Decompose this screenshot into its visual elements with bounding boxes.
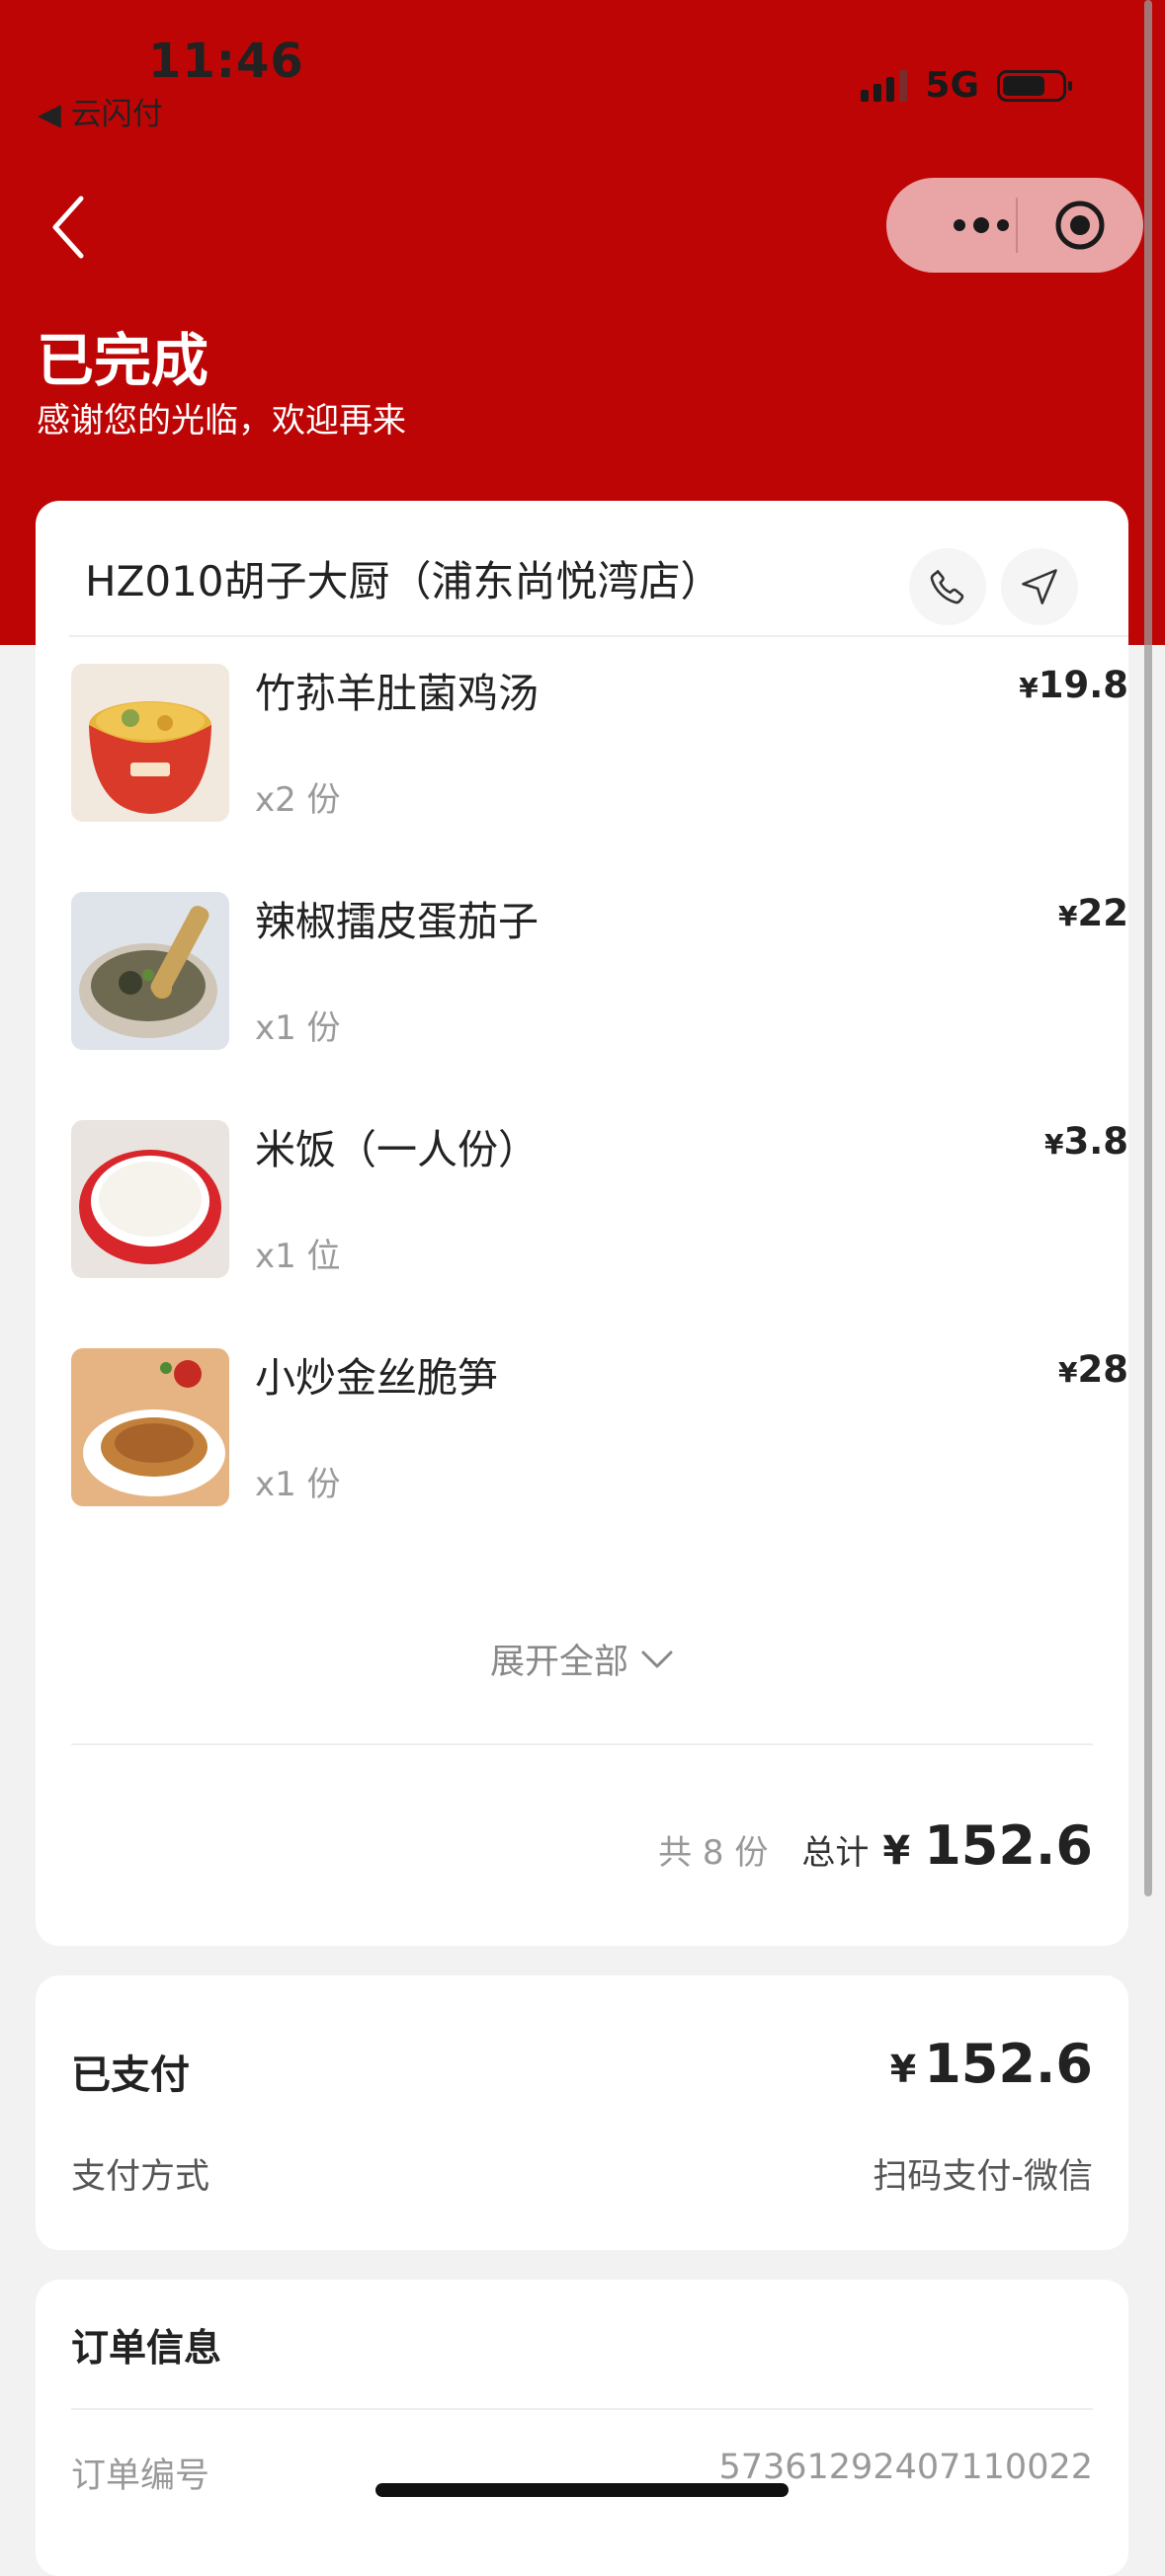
order-number-label: 订单编号 [71,2456,210,2496]
item-quantity: x2 份 [255,780,341,820]
signal-icon [861,69,908,102]
navigation-arrow-icon [1022,569,1057,604]
chevron-down-icon [641,1650,673,1667]
store-name[interactable]: HZ010胡子大厨（浦东尚悦湾店） [85,548,722,608]
item-price: ¥28 [1058,1348,1128,1391]
item-quantity: x1 位 [255,1237,341,1276]
network-label: 5G [925,65,979,106]
more-button[interactable] [922,196,1040,255]
item-quantity: x1 份 [255,1465,341,1504]
order-info-title: 订单信息 [71,2326,222,2370]
list-item[interactable]: 小炒金丝脆笋 x1 份 ¥28 [71,1348,1128,1506]
item-price: ¥19.8 [1019,664,1128,706]
divider [71,2408,1093,2410]
mini-program-capsule [886,178,1143,273]
item-name: 小炒金丝脆笋 [255,1354,498,1402]
dish-image-eggplant [71,892,229,1050]
order-items-card: HZ010胡子大厨（浦东尚悦湾店） 竹荪羊肚菌鸡汤 x2 份 ¥19.8 辣椒擂… [36,501,1128,1946]
target-circle-icon [1055,201,1105,250]
more-dots-icon [954,219,965,231]
item-name: 米饭（一人份） [255,1126,539,1173]
status-indicators: 5G [861,65,1072,106]
list-item[interactable]: 辣椒擂皮蛋茄子 x1 份 ¥22 [71,892,1128,1050]
order-summary: 共 8 份 总计 ¥ 152.6 [658,1814,1093,1877]
scrollbar[interactable] [1144,0,1152,1896]
order-number-value[interactable]: 57361292407110022 [718,2448,1093,2487]
currency-symbol: ¥ [882,1828,911,1874]
item-count: 共 8 份 [658,1833,769,1873]
dish-image-rice [71,1120,229,1278]
page-title: 已完成 [37,327,209,394]
list-item[interactable]: 竹荪羊肚菌鸡汤 x2 份 ¥19.8 [71,664,1128,822]
divider [71,1743,1093,1745]
payment-card: 已支付 ¥ 152.6 支付方式 扫码支付-微信 [36,1975,1128,2250]
dish-image-soup [71,664,229,822]
divider [69,635,1128,637]
item-price: ¥3.8 [1043,1120,1128,1163]
expand-all-label: 展开全部 [489,1643,628,1682]
expand-all-button[interactable]: 展开全部 [36,1634,1128,1684]
paid-label: 已支付 [71,2053,190,2098]
item-price: ¥22 [1058,892,1128,934]
home-indicator[interactable] [375,2483,789,2497]
dish-image-bamboo [71,1348,229,1506]
call-button[interactable] [909,548,986,625]
battery-icon [997,69,1072,102]
navigate-button[interactable] [1001,548,1078,625]
paid-amount: ¥ 152.6 [889,2033,1093,2095]
total-label: 总计 [801,1833,870,1873]
order-info-card: 订单信息 订单编号 57361292407110022 [36,2280,1128,2576]
back-to-app-link[interactable]: ◀ 云闪付 [38,89,163,133]
status-time: 11:46 [148,34,304,89]
chevron-left-icon [52,196,84,259]
item-name: 竹荪羊肚菌鸡汤 [255,670,539,717]
item-quantity: x1 份 [255,1008,341,1048]
close-mini-program-button[interactable] [1054,200,1106,251]
total-amount: 152.6 [924,1814,1093,1877]
phone-icon [930,570,964,604]
item-name: 辣椒擂皮蛋茄子 [255,898,539,945]
back-button[interactable] [45,193,95,262]
payment-method-value: 扫码支付-微信 [873,2157,1093,2197]
payment-method-label: 支付方式 [71,2157,210,2197]
list-item[interactable]: 米饭（一人份） x1 位 ¥3.8 [71,1120,1128,1278]
page-subtitle: 感谢您的光临，欢迎再来 [37,401,406,441]
